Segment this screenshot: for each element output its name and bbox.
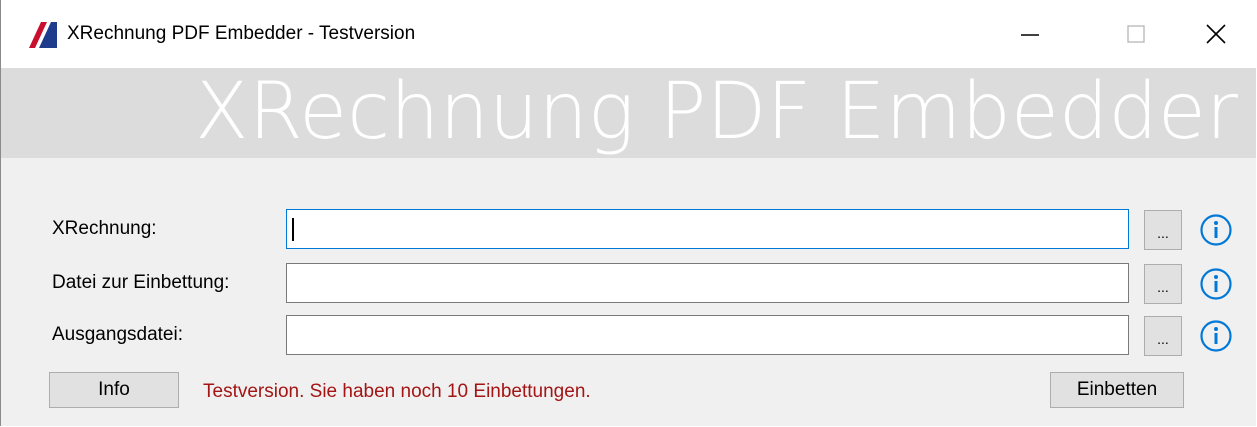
info-icon[interactable] [1199,319,1233,353]
close-button[interactable] [1171,0,1257,68]
xrechnung-input[interactable] [287,210,1128,248]
maximize-button[interactable] [1091,0,1181,68]
header-banner: XRechnung PDF Embedder [1,67,1256,158]
output-file-browse-button[interactable]: ... [1144,316,1182,356]
info-icon[interactable] [1199,267,1233,301]
xrechnung-label: XRechnung: [52,218,157,239]
info-icon[interactable] [1199,213,1233,247]
minimize-button[interactable] [985,0,1075,68]
app-logo-icon [29,22,57,48]
info-button[interactable]: Info [49,372,179,408]
banner-title: XRechnung PDF Embedder [195,67,1238,157]
maximize-icon [1127,25,1145,43]
xrechnung-field[interactable] [286,209,1129,249]
window-title: XRechnung PDF Embedder - Testversion [67,23,416,44]
output-file-input[interactable] [287,316,1128,354]
app-window: XRechnung PDF Embedder - Testversion XRe… [0,0,1256,426]
embed-file-field[interactable] [286,263,1129,303]
title-bar: XRechnung PDF Embedder - Testversion [1,0,1256,68]
embed-file-input[interactable] [287,264,1128,302]
embed-file-label: Datei zur Einbettung: [52,272,230,293]
embed-button[interactable]: Einbetten [1050,372,1184,408]
output-file-field[interactable] [286,315,1129,355]
form-area: XRechnung: ... Datei zur Einbettung: ...… [1,158,1256,426]
text-caret [292,218,294,241]
close-icon [1206,24,1226,44]
output-file-label: Ausgangsdatei: [52,324,183,345]
xrechnung-browse-button[interactable]: ... [1144,210,1182,250]
status-message: Testversion. Sie haben noch 10 Einbettun… [203,381,591,402]
minimize-icon [1021,34,1039,36]
embed-file-browse-button[interactable]: ... [1144,264,1182,304]
